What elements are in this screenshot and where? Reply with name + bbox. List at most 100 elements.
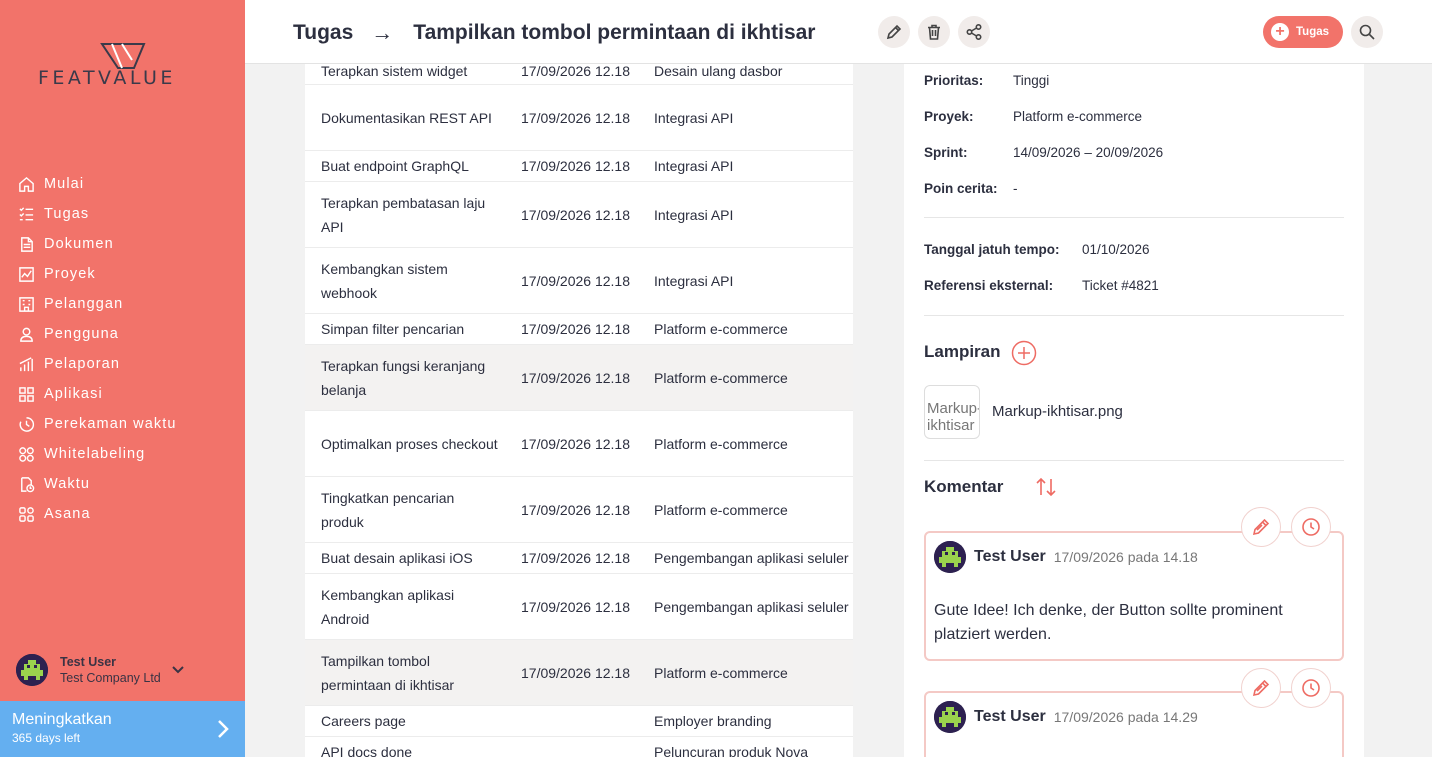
share-task-button[interactable] xyxy=(958,16,990,48)
divider xyxy=(924,460,1344,461)
new-task-label: Tugas xyxy=(1296,26,1330,38)
sidebar: FEATVALUE Mulai Tugas Dokumen Proyek Pel… xyxy=(0,0,245,757)
priority-label: Prioritas: xyxy=(924,73,984,88)
task-name: Tampilkan tombol permintaan di ikhtisar xyxy=(321,652,455,693)
project-value[interactable]: Platform e-commerce xyxy=(1013,109,1142,124)
points-value[interactable]: - xyxy=(1013,181,1018,196)
priority-value[interactable]: Tinggi xyxy=(1013,73,1049,88)
task-name: Kembangkan aplikasi Android xyxy=(321,586,455,627)
delete-task-button[interactable] xyxy=(918,16,950,48)
table-row[interactable]: Optimalkan proses checkout 17/09/2026 12… xyxy=(305,411,853,477)
task-name: Terapkan sistem widget xyxy=(321,64,468,79)
task-project: Integrasi API xyxy=(654,158,734,174)
breadcrumb-section[interactable]: Tugas xyxy=(293,21,353,45)
search-icon xyxy=(1359,24,1375,40)
ref-value[interactable]: Ticket #4821 xyxy=(1082,278,1159,293)
table-row[interactable]: Kembangkan aplikasi Android 17/09/2026 1… xyxy=(305,574,853,640)
task-project: Desain ulang dasbor xyxy=(654,64,783,79)
sidebar-item-label: Mulai xyxy=(44,176,85,192)
attachment-filename[interactable]: Markup-ikhtisar.png xyxy=(992,403,1123,420)
reports-icon xyxy=(17,355,35,373)
task-name: Optimalkan proses checkout xyxy=(321,435,498,452)
task-date: 17/09/2026 12.18 xyxy=(521,664,630,681)
clock-icon xyxy=(1302,518,1320,536)
project-label: Proyek: xyxy=(924,109,974,124)
comment-author: Test User xyxy=(974,708,1046,725)
edit-comment-button[interactable] xyxy=(1241,668,1281,708)
table-row[interactable]: Terapkan fungsi keranjang belanja 17/09/… xyxy=(305,345,853,411)
avatar xyxy=(16,654,48,686)
avatar-icon xyxy=(16,654,48,686)
sidebar-item-mulai[interactable]: Mulai xyxy=(0,169,245,199)
sidebar-item-perekaman-waktu[interactable]: Perekaman waktu xyxy=(0,409,245,439)
table-row[interactable]: Dokumentasikan REST API 17/09/2026 12.18… xyxy=(305,85,853,151)
sidebar-item-waktu[interactable]: Waktu xyxy=(0,469,245,499)
detail-story-points: Poin cerita: - xyxy=(924,181,1018,196)
task-project: Platform e-commerce xyxy=(654,435,788,452)
sidebar-item-whitelabeling[interactable]: Whitelabeling xyxy=(0,439,245,469)
task-project: Peluncuran produk Nova xyxy=(654,744,809,757)
sort-icon[interactable] xyxy=(1035,476,1057,498)
sidebar-item-proyek[interactable]: Proyek xyxy=(0,259,245,289)
task-date: 17/09/2026 12.18 xyxy=(521,64,630,79)
brand-logo[interactable]: FEATVALUE xyxy=(38,40,208,90)
plus-icon: + xyxy=(1271,23,1289,41)
task-name: Buat desain aplikasi iOS xyxy=(321,550,473,566)
add-attachment-icon[interactable] xyxy=(1011,340,1037,366)
task-project: Platform e-commerce xyxy=(654,369,788,386)
time-icon xyxy=(17,475,35,493)
sidebar-item-label: Dokumen xyxy=(44,236,114,252)
task-detail-panel: Prioritas: Tinggi Proyek: Platform e-com… xyxy=(904,64,1364,757)
sidebar-item-dokumen[interactable]: Dokumen xyxy=(0,229,245,259)
search-button[interactable] xyxy=(1351,16,1383,48)
share-icon xyxy=(966,23,982,41)
sidebar-item-pelanggan[interactable]: Pelanggan xyxy=(0,289,245,319)
asana-icon xyxy=(17,505,35,523)
task-project: Pengembangan aplikasi seluler xyxy=(654,550,849,566)
chevron-down-icon[interactable] xyxy=(171,663,185,677)
comment-history-button[interactable] xyxy=(1291,668,1331,708)
comment-date: 17/09/2026 pada 14.29 xyxy=(1053,709,1198,725)
table-row[interactable]: Terapkan sistem widget 17/09/2026 12.18 … xyxy=(305,64,853,85)
due-label: Tanggal jatuh tempo: xyxy=(924,242,1060,257)
table-row[interactable]: Simpan filter pencarian 17/09/2026 12.18… xyxy=(305,314,853,345)
edit-comment-button[interactable] xyxy=(1241,507,1281,547)
upgrade-banner[interactable]: Meningkatkan 365 days left xyxy=(0,701,245,757)
table-row[interactable]: Tingkatkan pencarian produk 17/09/2026 1… xyxy=(305,477,853,543)
sidebar-item-pelaporan[interactable]: Pelaporan xyxy=(0,349,245,379)
table-row[interactable]: Buat desain aplikasi iOS 17/09/2026 12.1… xyxy=(305,543,853,574)
sidebar-item-aplikasi[interactable]: Aplikasi xyxy=(0,379,245,409)
sidebar-item-label: Tugas xyxy=(44,206,90,222)
new-task-button[interactable]: + Tugas xyxy=(1263,16,1343,48)
upgrade-subtitle: 365 days left xyxy=(12,731,81,745)
attachment-thumbnail[interactable]: Markup-ikhtisar xyxy=(924,385,980,439)
sidebar-item-pengguna[interactable]: Pengguna xyxy=(0,319,245,349)
table-row-selected[interactable]: Tampilkan tombol permintaan di ikhtisar … xyxy=(305,640,853,706)
table-row[interactable]: Buat endpoint GraphQL 17/09/2026 12.18 I… xyxy=(305,151,853,182)
pencil-icon xyxy=(1252,679,1270,697)
customers-icon xyxy=(17,295,35,313)
ref-label: Referensi eksternal: xyxy=(924,278,1054,293)
comment-history-button[interactable] xyxy=(1291,507,1331,547)
due-value[interactable]: 01/10/2026 xyxy=(1082,242,1150,257)
table-row[interactable]: Kembangkan sistem webhook 17/09/2026 12.… xyxy=(305,248,853,314)
task-date: 17/09/2026 12.18 xyxy=(521,369,630,386)
task-date: 17/09/2026 12.18 xyxy=(521,272,630,289)
sprint-value[interactable]: 14/09/2026 – 20/09/2026 xyxy=(1013,145,1163,160)
table-row[interactable]: Terapkan pembatasan laju API 17/09/2026 … xyxy=(305,182,853,248)
task-project: Platform e-commerce xyxy=(654,321,788,337)
sidebar-item-asana[interactable]: Asana xyxy=(0,499,245,529)
table-row[interactable]: API docs done Peluncuran produk Nova xyxy=(305,737,853,757)
task-project: Platform e-commerce xyxy=(654,664,788,681)
avatar-icon xyxy=(934,701,966,733)
user-menu[interactable]: Test User Test Company Ltd xyxy=(16,650,226,690)
edit-task-button[interactable] xyxy=(878,16,910,48)
task-name: Simpan filter pencarian xyxy=(321,321,465,337)
table-row[interactable]: Careers page Employer branding xyxy=(305,706,853,737)
sidebar-item-label: Aplikasi xyxy=(44,386,103,402)
user-info: Test User Test Company Ltd xyxy=(60,654,161,686)
detail-sprint: Sprint: 14/09/2026 – 20/09/2026 xyxy=(924,145,1163,160)
sidebar-item-tugas[interactable]: Tugas xyxy=(0,199,245,229)
task-name: Careers page xyxy=(321,713,406,729)
page-title: Tampilkan tombol permintaan di ikhtisar xyxy=(413,21,816,44)
